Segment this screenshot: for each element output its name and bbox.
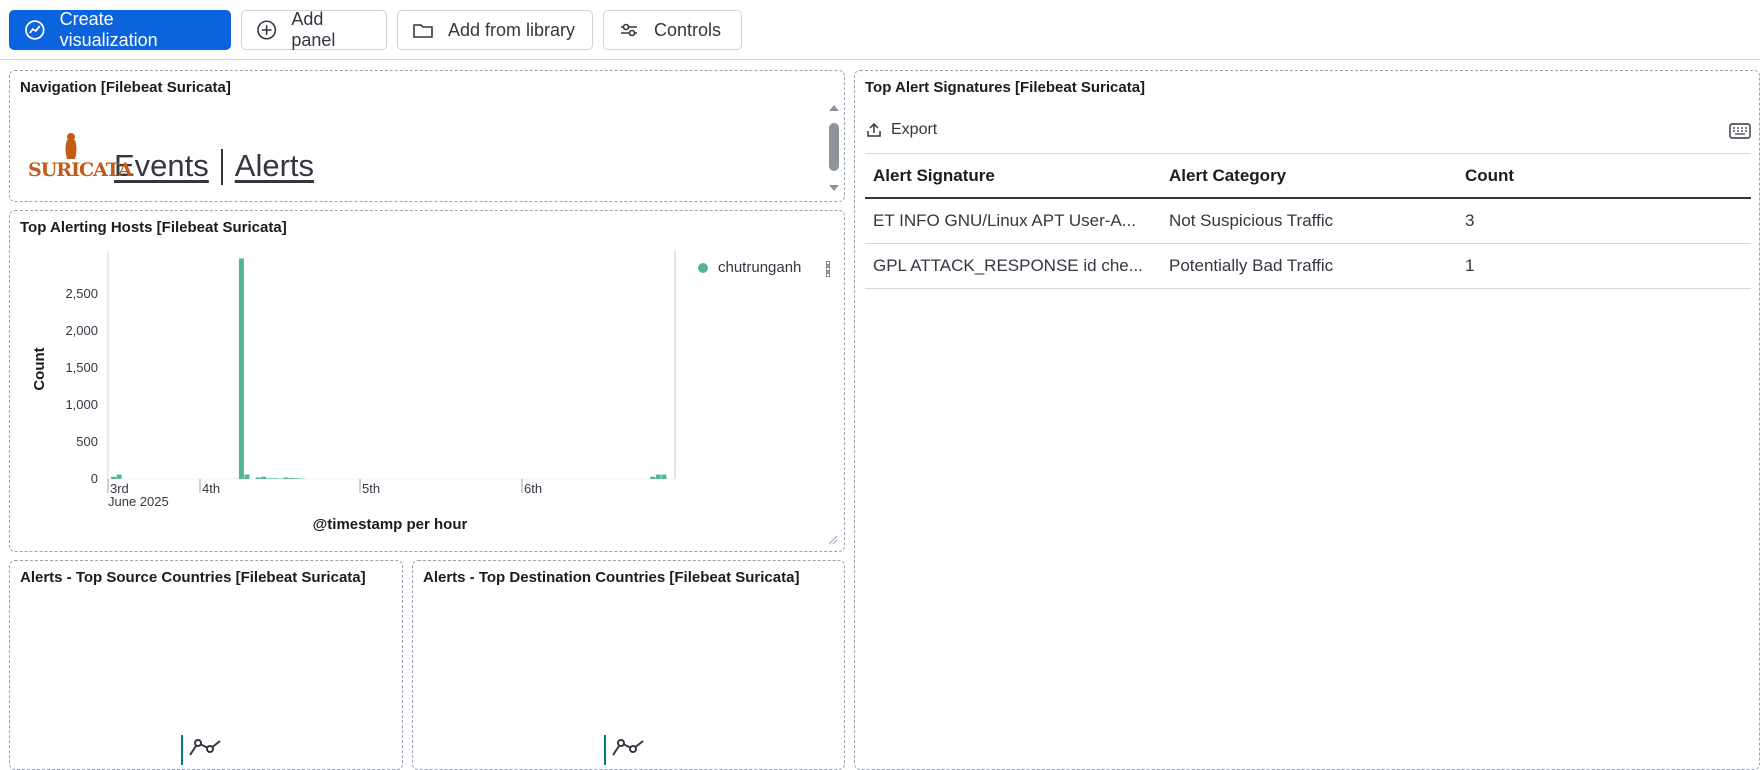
signatures-table: Alert Signature Alert Category Count ET …	[865, 153, 1751, 289]
export-icon	[865, 121, 883, 139]
chart-bar	[239, 258, 244, 479]
alerts-link[interactable]: Alerts	[235, 147, 314, 185]
table-row: GPL ATTACK_RESPONSE id che... Potentiall…	[865, 244, 1751, 289]
chart-bar	[111, 477, 116, 479]
y-tick-label: 1,500	[65, 360, 98, 375]
folder-icon	[412, 19, 434, 41]
scroll-thumb[interactable]	[829, 123, 839, 171]
y-axis-title: Count	[31, 347, 48, 390]
legend-color-dot	[698, 263, 708, 273]
y-tick-label: 500	[76, 434, 98, 449]
x-axis-title: @timestamp per hour	[313, 516, 468, 533]
column-header-signature[interactable]: Alert Signature	[865, 166, 1161, 186]
chart-bar	[261, 477, 266, 479]
top-alert-signatures-panel: Top Alert Signatures [Filebeat Suricata]…	[854, 70, 1760, 770]
destination-countries-panel: Alerts - Top Destination Countries [File…	[412, 560, 845, 770]
chart-bar	[244, 475, 249, 479]
create-visualization-label: Create visualization	[60, 9, 214, 51]
y-tick-label: 2,500	[65, 286, 98, 301]
chart-bar	[661, 475, 666, 479]
chart-bar	[650, 477, 655, 479]
chart-bar	[283, 478, 288, 479]
chart-bar	[656, 475, 661, 479]
add-from-library-button[interactable]: Add from library	[397, 10, 593, 50]
legend-label: chutrunganh	[718, 259, 801, 276]
navigation-content: SURICATA Events Alerts	[28, 131, 314, 185]
category-cell[interactable]: Not Suspicious Traffic	[1161, 211, 1457, 231]
x-sub-label: June 2025	[108, 494, 169, 509]
meerkat-icon	[58, 131, 84, 161]
navigation-panel: Navigation [Filebeat Suricata] SURICATA …	[9, 70, 845, 202]
signature-cell[interactable]: GPL ATTACK_RESPONSE id che...	[865, 256, 1161, 276]
navigation-panel-title: Navigation [Filebeat Suricata]	[20, 79, 231, 96]
top-alerting-hosts-panel: Top Alerting Hosts [Filebeat Suricata] 0…	[9, 210, 845, 552]
count-cell[interactable]: 3	[1457, 211, 1751, 231]
map-placeholder-icon	[603, 735, 653, 765]
dashboard-toolbar: Create visualization Add panel Add from …	[0, 0, 1760, 60]
controls-button[interactable]: Controls	[603, 10, 742, 50]
x-tick-label: 5th	[362, 481, 380, 496]
column-header-category[interactable]: Alert Category	[1161, 166, 1457, 186]
plus-circle-icon	[256, 19, 277, 41]
count-cell[interactable]: 1	[1457, 256, 1751, 276]
signatures-panel-title: Top Alert Signatures [Filebeat Suricata]	[865, 79, 1145, 96]
controls-label: Controls	[654, 20, 721, 41]
chart-bar	[289, 478, 294, 479]
add-panel-label: Add panel	[291, 9, 370, 51]
navigation-scrollbar[interactable]	[826, 99, 842, 197]
controls-icon	[618, 19, 640, 41]
source-countries-title: Alerts - Top Source Countries [Filebeat …	[20, 569, 366, 586]
y-tick-label: 1,000	[65, 397, 98, 412]
legend-options-icon[interactable]	[826, 261, 830, 277]
export-button[interactable]: Export	[865, 121, 937, 139]
y-tick-label: 2,000	[65, 323, 98, 338]
table-row: ET INFO GNU/Linux APT User-A... Not Susp…	[865, 199, 1751, 244]
suricata-logo: SURICATA	[28, 131, 104, 185]
create-visualization-button[interactable]: Create visualization	[9, 10, 231, 50]
chart-bar	[256, 478, 261, 479]
column-header-count[interactable]: Count	[1457, 166, 1751, 186]
add-from-library-label: Add from library	[448, 20, 575, 41]
x-tick-label: 4th	[202, 481, 220, 496]
signature-cell[interactable]: ET INFO GNU/Linux APT User-A...	[865, 211, 1161, 231]
chart-bar	[294, 478, 299, 479]
destination-countries-title: Alerts - Top Destination Countries [File…	[423, 569, 799, 586]
chart-bar	[272, 478, 277, 479]
legend-item[interactable]: chutrunganh	[698, 259, 801, 276]
x-tick-label: 6th	[524, 481, 542, 496]
keyboard-icon[interactable]	[1729, 123, 1751, 139]
add-panel-button[interactable]: Add panel	[241, 10, 387, 50]
chart-bar	[117, 475, 122, 479]
source-countries-panel: Alerts - Top Source Countries [Filebeat …	[9, 560, 403, 770]
link-separator	[221, 149, 223, 185]
map-placeholder-icon	[180, 735, 230, 765]
visualize-icon	[24, 19, 46, 41]
resize-handle-icon[interactable]	[828, 535, 838, 545]
logo-text: SURICATA	[28, 159, 132, 181]
export-label: Export	[891, 121, 937, 139]
chart-bar	[267, 478, 272, 479]
y-tick-label: 0	[91, 471, 98, 486]
category-cell[interactable]: Potentially Bad Traffic	[1161, 256, 1457, 276]
table-header: Alert Signature Alert Category Count	[865, 153, 1751, 199]
